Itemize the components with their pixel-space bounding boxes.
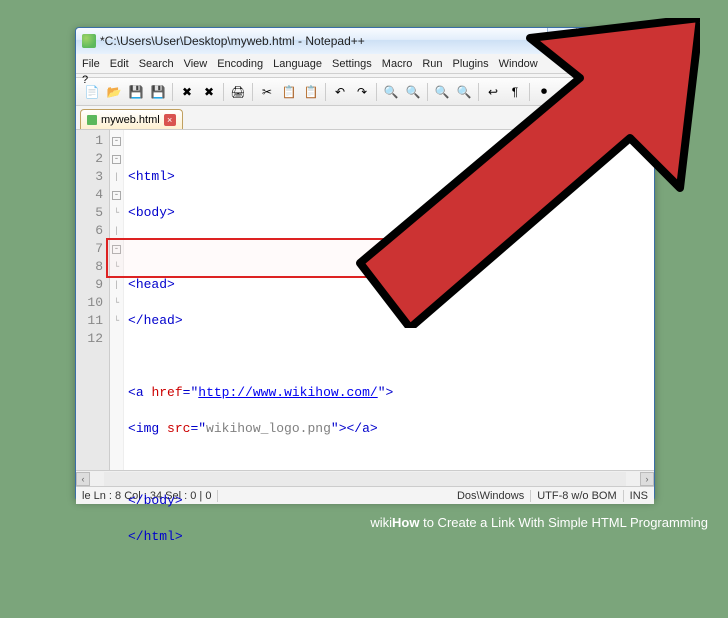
menu-search[interactable]: Search xyxy=(139,58,174,70)
menu-settings[interactable]: Settings xyxy=(332,58,372,70)
app-icon xyxy=(82,34,96,48)
minimize-button[interactable]: — xyxy=(547,28,577,46)
paste-icon[interactable]: 📋 xyxy=(301,82,321,102)
print-icon[interactable]: 🖨 xyxy=(228,82,248,102)
fold-toggle-icon[interactable]: - xyxy=(112,245,121,254)
find-icon[interactable]: 🔍 xyxy=(381,82,401,102)
tab-close-icon[interactable]: × xyxy=(164,114,176,126)
fold-toggle-icon[interactable]: - xyxy=(112,155,121,164)
horizontal-scrollbar[interactable]: ‹ › xyxy=(76,470,654,486)
tabbar: myweb.html × xyxy=(76,106,654,130)
doc-close-button[interactable]: x xyxy=(635,58,649,70)
fold-toggle-icon[interactable]: - xyxy=(112,137,121,146)
window-title: *C:\Users\User\Desktop\myweb.html - Note… xyxy=(100,34,546,48)
code-area[interactable]: <html> <body> <head> </head> <a href="ht… xyxy=(124,130,654,470)
close-all-icon[interactable]: ✖ xyxy=(199,82,219,102)
save-icon[interactable]: 💾 xyxy=(126,82,146,102)
menu-file[interactable]: File xyxy=(82,58,100,70)
close-file-icon[interactable]: ✖ xyxy=(177,82,197,102)
line-gutter: 1 2 3 4 5 6 7 8 9 10 11 12 xyxy=(76,130,110,470)
new-file-icon[interactable]: 📄 xyxy=(82,82,102,102)
menu-plugins[interactable]: Plugins xyxy=(453,58,489,70)
maximize-button[interactable]: ☐ xyxy=(579,28,609,46)
play-macro-icon[interactable]: ▶ xyxy=(556,82,576,102)
close-button[interactable]: ✕ xyxy=(611,28,653,46)
menu-run[interactable]: Run xyxy=(422,58,442,70)
menu-language[interactable]: Language xyxy=(273,58,322,70)
zoom-out-icon[interactable]: 🔍 xyxy=(454,82,474,102)
tab-myweb[interactable]: myweb.html × xyxy=(80,109,183,129)
fold-toggle-icon[interactable]: - xyxy=(112,191,121,200)
open-file-icon[interactable]: 📂 xyxy=(104,82,124,102)
wrap-icon[interactable]: ↩ xyxy=(483,82,503,102)
watermark: wikiHow to Create a Link With Simple HTM… xyxy=(370,515,708,530)
file-type-icon xyxy=(87,115,97,125)
show-chars-icon[interactable]: ¶ xyxy=(505,82,525,102)
scroll-track[interactable] xyxy=(104,472,626,486)
titlebar[interactable]: *C:\Users\User\Desktop\myweb.html - Note… xyxy=(76,28,654,54)
copy-icon[interactable]: 📋 xyxy=(279,82,299,102)
tab-label: myweb.html xyxy=(101,114,160,126)
menu-edit[interactable]: Edit xyxy=(110,58,129,70)
editor: 1 2 3 4 5 6 7 8 9 10 11 12 - - | - └ | -… xyxy=(76,130,654,470)
save-all-icon[interactable]: 💾 xyxy=(148,82,168,102)
menu-view[interactable]: View xyxy=(184,58,208,70)
fold-gutter: - - | - └ | - └ | └ └ xyxy=(110,130,124,470)
menu-window[interactable]: Window xyxy=(499,58,538,70)
replace-icon[interactable]: 🔍 xyxy=(403,82,423,102)
menu-macro[interactable]: Macro xyxy=(382,58,413,70)
redo-icon[interactable]: ↷ xyxy=(352,82,372,102)
scroll-left-icon[interactable]: ‹ xyxy=(76,472,90,486)
zoom-in-icon[interactable]: 🔍 xyxy=(432,82,452,102)
cut-icon[interactable]: ✂ xyxy=(257,82,277,102)
menu-encoding[interactable]: Encoding xyxy=(217,58,263,70)
window-buttons: — ☐ ✕ xyxy=(546,28,654,54)
undo-icon[interactable]: ↶ xyxy=(330,82,350,102)
menubar: File Edit Search View Encoding Language … xyxy=(76,54,654,74)
record-macro-icon[interactable]: ⏺ xyxy=(534,82,554,102)
app-window: *C:\Users\User\Desktop\myweb.html - Note… xyxy=(75,27,655,501)
toolbar: 📄 📂 💾 💾 ✖ ✖ 🖨 ✂ 📋 📋 ↶ ↷ 🔍 🔍 🔍 🔍 ↩ ¶ ⏺ ▶ xyxy=(76,78,654,106)
